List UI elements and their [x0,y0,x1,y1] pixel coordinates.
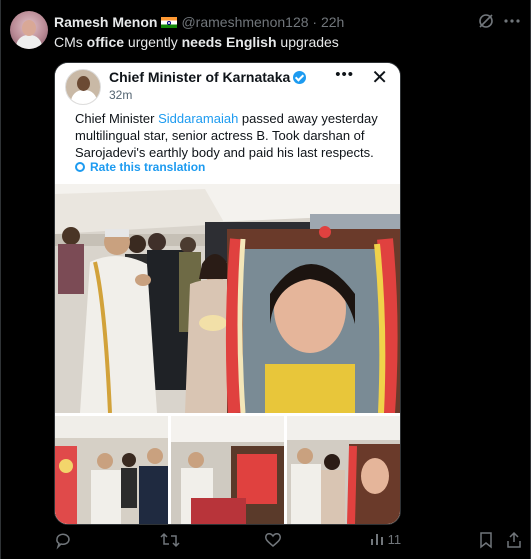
tweet-text-part: urgently [124,34,182,50]
more-options-icon[interactable] [503,12,521,30]
india-flag-icon [161,17,178,28]
thumbnail-strip [55,416,400,524]
share-icon[interactable] [506,530,522,550]
embedded-author-avatar [65,69,101,105]
thumbnail-photo-3[interactable] [287,416,400,524]
tweet-text-part: needs English [181,34,277,50]
embedded-author-name: Chief Minister of Karnataka [109,69,307,85]
grok-icon[interactable] [477,12,495,30]
mention-link: Siddaramaiah [158,111,239,126]
tweet-text-part: CMs [54,34,87,50]
reply-icon[interactable] [54,530,72,550]
action-bar: 11 [54,530,521,550]
retweet-icon[interactable] [160,530,180,550]
views-stat[interactable]: 11 [370,530,401,550]
thumbnail-photo-1[interactable] [55,416,168,524]
tweet-text: CMs office urgently needs English upgrad… [54,33,339,51]
verified-badge-icon [293,71,307,84]
author-handle[interactable]: @rameshmenon128 [181,14,308,30]
heart-icon[interactable] [264,530,282,550]
thumbnail-photo-2[interactable] [171,416,284,524]
author-avatar[interactable] [10,11,48,49]
rate-translation: Rate this translation [75,160,205,174]
author-name[interactable]: Ramesh Menon [54,14,157,30]
tweet-time[interactable]: 22h [321,14,344,30]
views-icon [371,534,383,545]
embedded-post-text: Chief Minister Siddaramaiah passed away … [75,111,378,160]
bookmark-icon[interactable] [478,530,494,550]
views-count: 11 [387,532,402,547]
tweet-header: Ramesh Menon @rameshmenon128 · 22h [54,13,521,31]
separator-dot: · [312,14,318,30]
embedded-post-screenshot[interactable]: Chief Minister of Karnataka 32m ••• ✕ Ch… [54,62,401,525]
left-border [0,0,1,559]
embedded-more-icon: ••• [335,66,354,83]
settings-icon [75,162,85,172]
embedded-close-icon: ✕ [371,67,388,89]
tweet-text-part: office [86,34,125,50]
embedded-post-time: 32m [109,88,133,102]
tweet-text-part: upgrades [276,34,339,50]
main-photo [55,184,400,413]
